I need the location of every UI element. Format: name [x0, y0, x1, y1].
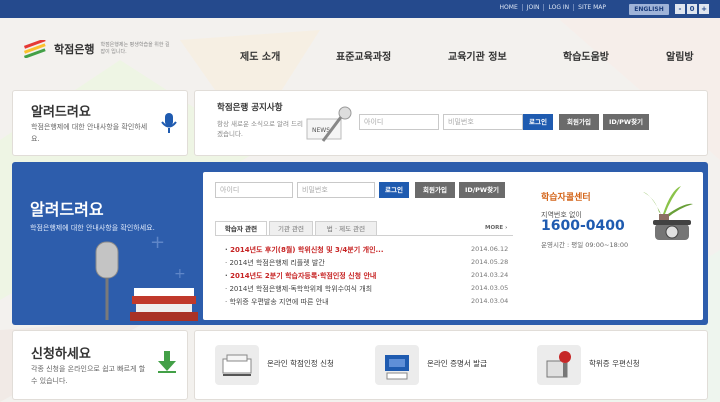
news-item[interactable]: · 2014년 학점은행제·독학학위제 학위수여식 개최: [225, 284, 372, 294]
news-date: 2014.03.24: [471, 271, 509, 279]
home-link[interactable]: HOME: [496, 4, 522, 11]
news-title[interactable]: 학위증 우편발송 지연에 따른 안내: [229, 298, 328, 306]
certificate-issue-label[interactable]: 온라인 증명서 발급: [427, 358, 487, 369]
apply-card-title: 신청하세요: [31, 347, 91, 362]
services-card: 온라인 학점인정 신청 온라인 증명서 발급 학위증 우편신청: [194, 330, 708, 400]
main-find-button[interactable]: ID/PW찾기: [459, 182, 505, 198]
utility-links: HOME JOIN LOG IN SITE MAP: [496, 4, 610, 11]
news-date: 2014.03.04: [471, 297, 509, 305]
certificate-issue-icon[interactable]: [375, 345, 419, 385]
login-link[interactable]: LOG IN: [543, 4, 573, 11]
notice-id-input[interactable]: 아이디: [359, 114, 439, 130]
info-card[interactable]: 알려드려요 학점은행제에 대한 안내사항을 확인하세요.: [12, 90, 188, 156]
notice-desc: 항상 새로운 소식으로 알려 드리겠습니다.: [217, 120, 304, 138]
info-card-desc: 학점은행제에 대한 안내사항을 확인하세요.: [31, 123, 148, 143]
notice-find-button[interactable]: ID/PW찾기: [603, 114, 649, 130]
notice-login-button[interactable]: 로그인: [523, 114, 553, 130]
notice-card: 학점은행 공지사항 항상 새로운 소식으로 알려 드리겠습니다. NEWS 아이…: [194, 90, 708, 156]
credit-apply-label[interactable]: 온라인 학점인정 신청: [267, 358, 334, 369]
call-center-number: 1600-0400: [541, 218, 625, 234]
news-item[interactable]: · 2014년도 2분기 학습자등록·학점인정 신청 안내: [225, 271, 376, 281]
notice-title[interactable]: 학점은행 공지사항: [217, 101, 283, 113]
news-title[interactable]: 2014년도 2분기 학습자등록·학점인정 신청 안내: [230, 272, 376, 280]
svg-text:+: +: [174, 266, 186, 282]
main-title: 알려드려요: [30, 200, 104, 219]
news-item[interactable]: · 2014년 학점은행제 리플렛 발간: [225, 258, 325, 268]
tab-institution[interactable]: 기관 관련: [269, 221, 313, 236]
main-login-button[interactable]: 로그인: [379, 182, 409, 198]
nav-item-curriculum[interactable]: 표준교육과정: [336, 48, 391, 63]
microphone-icon: [161, 113, 177, 133]
nav-item-institution[interactable]: 교육기관 정보: [448, 48, 507, 63]
tab-underline: [215, 235, 513, 236]
main-info-panel: 알려드려요 학점은행제에 대한 안내사항을 확인하세요. + + 아이디 비밀번…: [12, 162, 708, 325]
news-date: 2014.06.12: [471, 245, 509, 253]
more-link[interactable]: MORE ›: [485, 225, 507, 231]
sitemap-link[interactable]: SITE MAP: [573, 4, 610, 11]
font-reset-button[interactable]: 0: [687, 4, 697, 14]
svg-text:+: +: [150, 234, 165, 253]
notice-pw-input[interactable]: 비밀번호: [443, 114, 523, 130]
telephone-plant-illustration: [643, 186, 693, 240]
news-title[interactable]: 2014년도 후기(8월) 학위신청 및 3/4분기 개인...: [230, 246, 383, 254]
news-item[interactable]: · 2014년도 후기(8월) 학위신청 및 3/4분기 개인...: [225, 245, 383, 255]
english-button[interactable]: ENGLISH: [629, 4, 669, 15]
download-arrow-icon: [158, 351, 176, 373]
news-date: 2014.05.28: [471, 258, 509, 266]
info-card-title: 알려드려요: [31, 105, 91, 120]
nav-item-notice[interactable]: 알림방: [666, 48, 694, 63]
main-pw-input[interactable]: 비밀번호: [297, 182, 375, 198]
news-title[interactable]: 2014년 학점은행제·독학학위제 학위수여식 개최: [229, 285, 372, 293]
notice-join-button[interactable]: 회원가입: [559, 114, 599, 130]
news-title[interactable]: 2014년 학점은행제 리플렛 발간: [229, 259, 324, 267]
logo-title: 학점은행: [54, 43, 95, 56]
diploma-mail-icon[interactable]: [537, 345, 581, 385]
credit-apply-icon[interactable]: [215, 345, 259, 385]
news-item[interactable]: · 학위증 우편발송 지연에 따른 안내: [225, 297, 329, 307]
main-desc: 학점은행제에 대한 안내사항을 확인하세요.: [30, 224, 155, 232]
nav-item-help[interactable]: 학습도움방: [563, 48, 609, 63]
news-megaphone-icon: NEWS: [306, 106, 352, 142]
logo-icon: [23, 40, 46, 58]
call-center-title: 학습자콜센터: [541, 193, 591, 203]
site-logo[interactable]: 학점은행 학점은행제는 평생학습을 위한 길잡이 입니다.: [22, 40, 172, 58]
nav-item-intro[interactable]: 제도 소개: [240, 48, 280, 63]
apply-card[interactable]: 신청하세요 각종 신청을 온라인으로 쉽고 빠르게 할 수 있습니다.: [12, 330, 188, 400]
diploma-mail-label[interactable]: 학위증 우편신청: [589, 358, 640, 369]
header: 학점은행 학점은행제는 평생학습을 위한 길잡이 입니다. 제도 소개 표준교육…: [0, 18, 720, 88]
call-center-hours: 운영시간 : 평일 09:00~18:00: [541, 241, 629, 249]
news-date: 2014.03.05: [471, 284, 509, 292]
tab-learner[interactable]: 학습자 관련: [215, 221, 267, 236]
main-join-button[interactable]: 회원가입: [415, 182, 455, 198]
apply-card-desc: 각종 신청을 온라인으로 쉽고 빠르게 할 수 있습니다.: [31, 365, 146, 385]
logo-subtitle: 학점은행제는 평생학습을 위한 길잡이 입니다.: [100, 42, 170, 55]
font-decrease-button[interactable]: -: [675, 4, 685, 14]
font-increase-button[interactable]: +: [699, 4, 709, 14]
main-id-input[interactable]: 아이디: [215, 182, 293, 198]
login-news-panel: 아이디 비밀번호 로그인 회원가입 ID/PW찾기 학습자 관련 기관 관련 법…: [203, 172, 703, 320]
tab-law[interactable]: 법 · 제도 관련: [315, 221, 377, 236]
microphone-illustration: + +: [95, 234, 198, 321]
join-link[interactable]: JOIN: [521, 4, 544, 11]
top-bar: HOME JOIN LOG IN SITE MAP ENGLISH - 0 +: [0, 0, 720, 18]
